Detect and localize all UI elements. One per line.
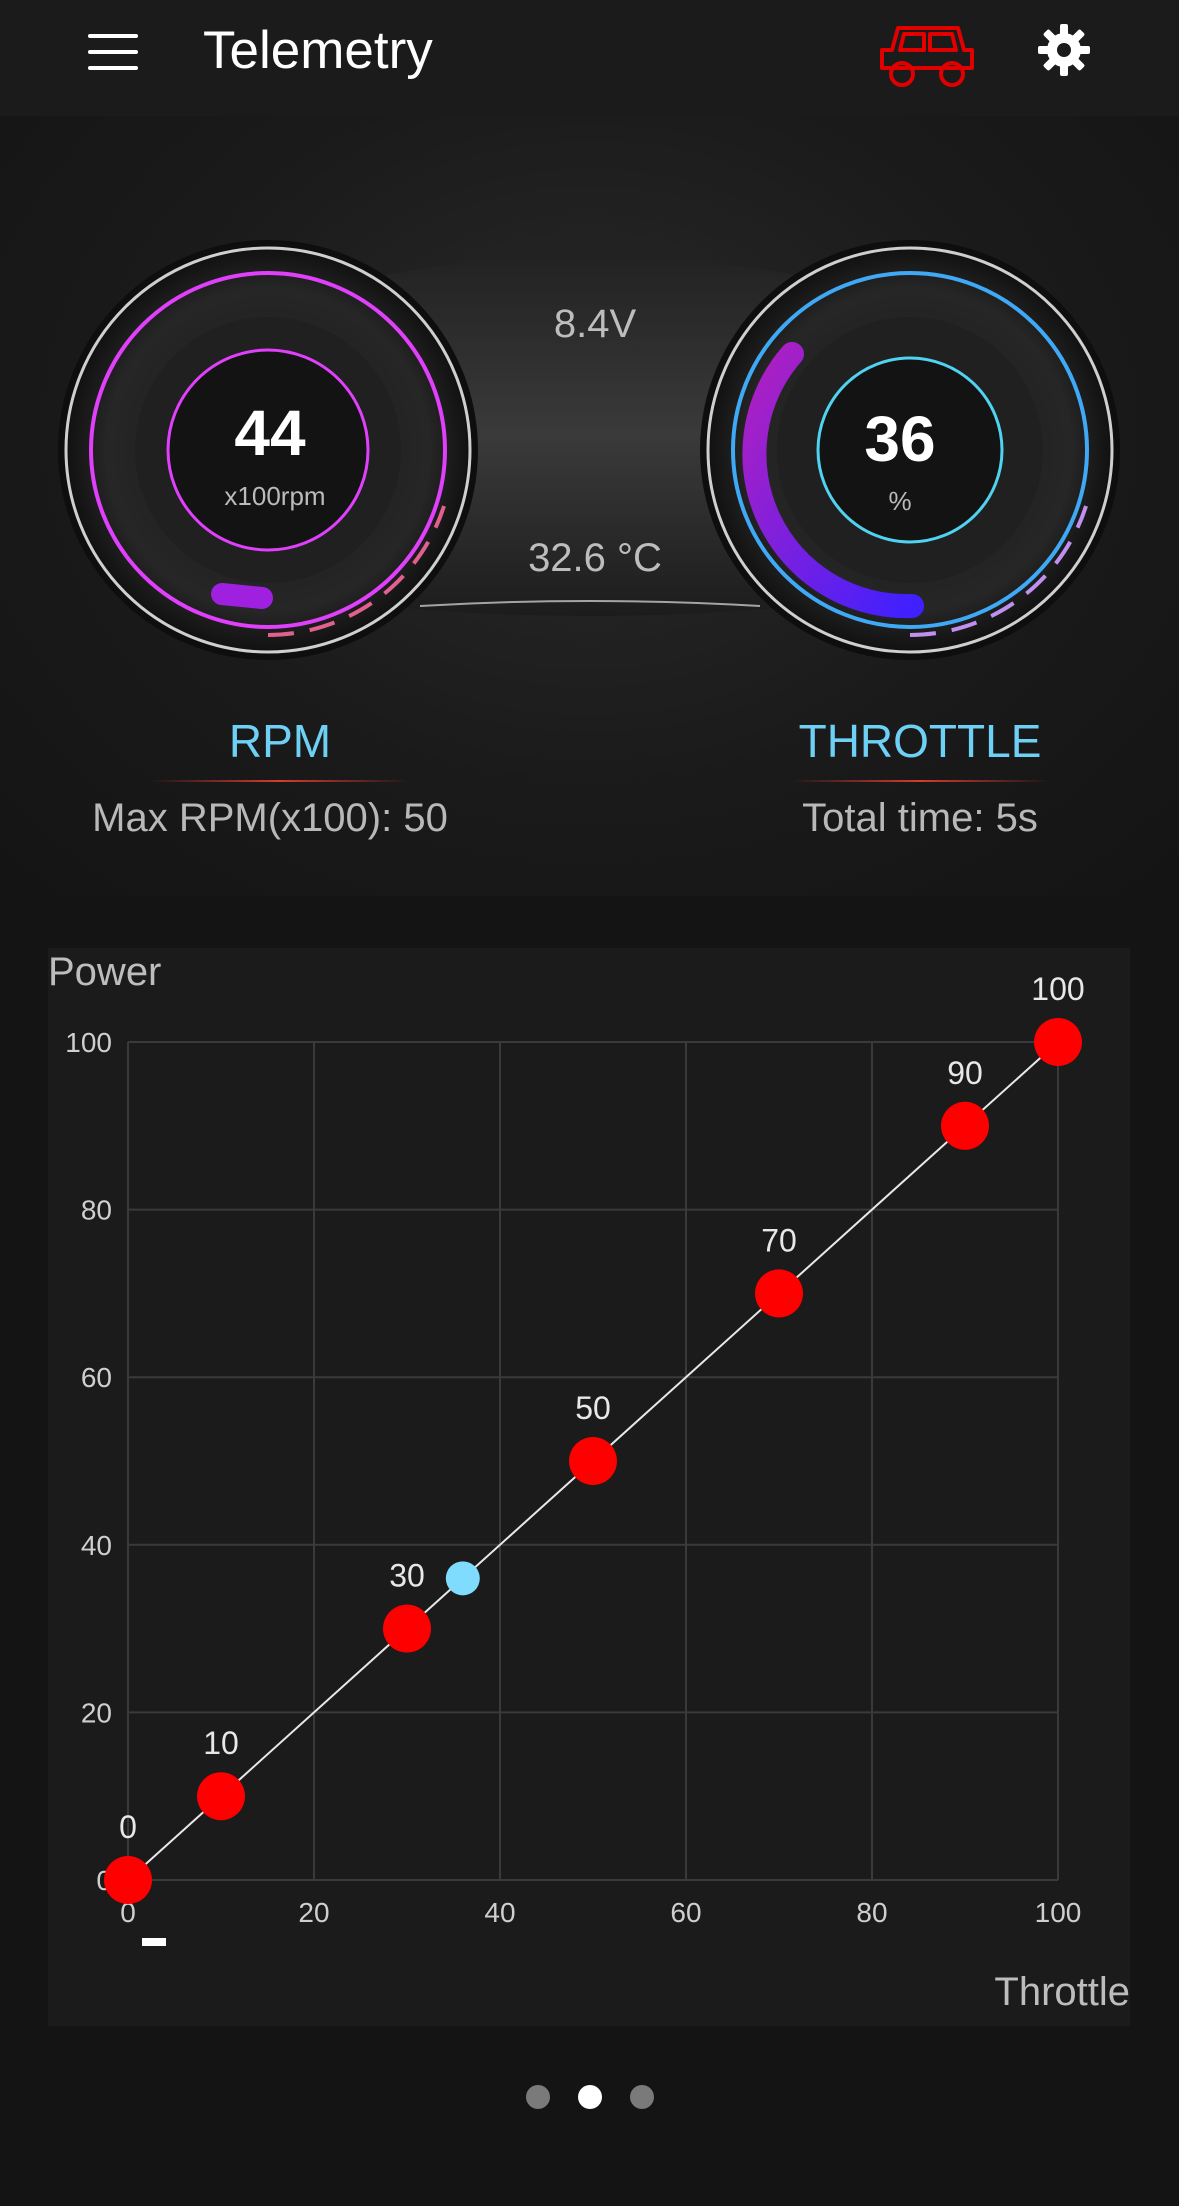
point-value-label: 0 — [119, 1809, 137, 1845]
y-tick-label: 20 — [81, 1697, 112, 1728]
point-value-label: 90 — [947, 1055, 983, 1091]
curve-control-point[interactable] — [383, 1604, 431, 1653]
rpm-label: RPM — [228, 715, 332, 767]
point-value-label: 100 — [1031, 971, 1084, 1007]
menu-icon[interactable] — [88, 34, 138, 70]
point-value-label: 10 — [203, 1725, 239, 1761]
voltage-readout: 8.4V — [553, 302, 637, 346]
jeep-icon[interactable] — [878, 20, 976, 90]
page-dot[interactable] — [629, 2085, 654, 2109]
x-tick-label: 100 — [1035, 1897, 1082, 1928]
x-axis-cursor-marker — [142, 1938, 166, 1946]
x-axis-label: Throttle — [994, 1970, 1130, 2014]
x-tick-label: 80 — [856, 1897, 887, 1928]
x-tick-label: 60 — [670, 1897, 701, 1928]
y-tick-label: 40 — [81, 1530, 112, 1561]
point-value-label: 30 — [389, 1558, 425, 1594]
power-curve-plot[interactable]: 02040608010002040608010001030507090100 — [48, 948, 1130, 2026]
page-dot[interactable] — [577, 2085, 602, 2109]
x-tick-label: 40 — [484, 1897, 515, 1928]
rpm-value: 44 — [234, 397, 306, 469]
curve-control-point[interactable] — [104, 1856, 152, 1904]
curve-control-point[interactable] — [197, 1772, 245, 1821]
curve-control-point[interactable] — [569, 1437, 617, 1485]
y-tick-label: 60 — [81, 1362, 112, 1393]
throttle-unit: % — [888, 486, 912, 516]
temperature-readout: 32.6 °C — [528, 536, 662, 580]
point-value-label: 70 — [761, 1222, 797, 1258]
page-dot[interactable] — [525, 2085, 550, 2109]
gauge-cluster: 44 x100rpm 36 % 8.4V 32.6 °C RPM Max RPM… — [0, 116, 1179, 896]
throttle-value: 36 — [864, 403, 936, 475]
rpm-unit: x100rpm — [224, 481, 326, 511]
page-indicator — [0, 2085, 1179, 2115]
page-title: Telemetry — [203, 21, 433, 80]
y-tick-label: 100 — [65, 1027, 112, 1058]
app-bar: Telemetry — [0, 0, 1179, 116]
throttle-label: THROTTLE — [798, 715, 1042, 767]
rpm-divider — [150, 780, 410, 782]
max-rpm-text: Max RPM(x100): 50 — [92, 796, 448, 840]
power-chart[interactable]: Power 0204060801000204060801000103050709… — [48, 948, 1130, 2026]
x-tick-label: 20 — [298, 1897, 329, 1928]
throttle-divider — [790, 780, 1050, 782]
curve-control-point[interactable] — [1034, 1018, 1082, 1066]
y-tick-label: 80 — [81, 1195, 112, 1226]
curve-control-point[interactable] — [755, 1269, 803, 1318]
curve-control-point[interactable] — [941, 1101, 989, 1150]
total-time-text: Total time: 5s — [802, 796, 1038, 840]
current-throttle-marker — [445, 1561, 480, 1596]
point-value-label: 50 — [575, 1390, 611, 1426]
gear-icon[interactable] — [1038, 24, 1090, 76]
